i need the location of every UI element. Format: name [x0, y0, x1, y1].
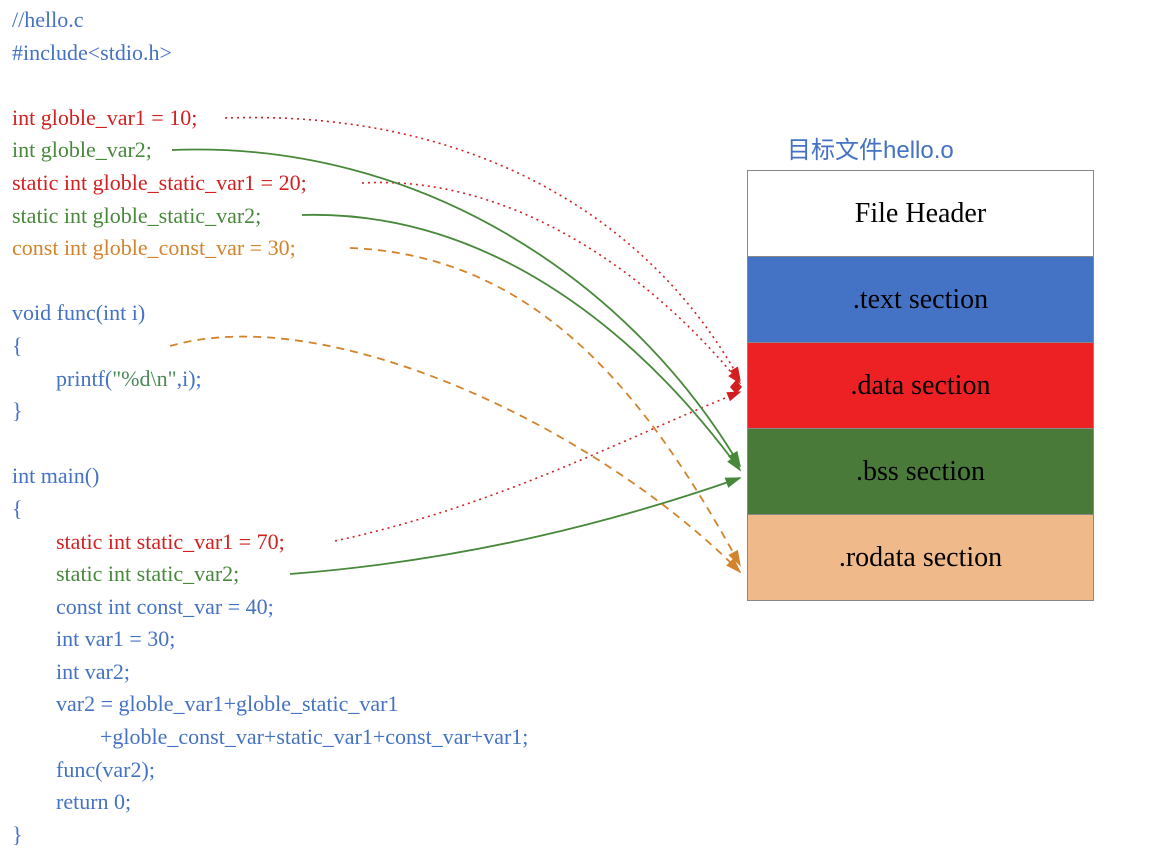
code-line: { — [12, 496, 23, 521]
code-line-bss: int globle_var2; — [12, 137, 152, 162]
code-line: //hello.c — [12, 7, 83, 32]
code-line: int var2; — [12, 659, 130, 684]
section-data: .data section — [748, 343, 1093, 429]
code-string-literal: "%d\n" — [112, 366, 176, 391]
arrow-marker-diamond — [730, 380, 742, 394]
code-line: void func(int i) — [12, 300, 145, 325]
section-text: .text section — [748, 257, 1093, 343]
code-line: #include<stdio.h> — [12, 40, 172, 65]
code-line: func(var2); — [12, 757, 155, 782]
code-line-part: ,i); — [177, 366, 202, 391]
section-rodata: .rodata section — [748, 515, 1093, 600]
code-line: } — [12, 398, 23, 423]
code-line: return 0; — [12, 789, 131, 814]
code-line: int main() — [12, 463, 99, 488]
code-line: int var1 = 30; — [12, 626, 175, 651]
code-line-part: printf( — [12, 366, 112, 391]
code-line: var2 = globle_var1+globle_static_var1 — [12, 691, 399, 716]
code-line-rodata: const int globle_const_var = 30; — [12, 235, 296, 260]
code-line: +globle_const_var+static_var1+const_var+… — [12, 724, 528, 749]
object-file-sections: File Header .text section .data section … — [747, 170, 1094, 601]
code-line-data: static int globle_static_var1 = 20; — [12, 170, 307, 195]
code-line-bss: static int static_var2; — [12, 561, 239, 586]
code-line: { — [12, 333, 23, 358]
source-code: //hello.c #include<stdio.h> int globle_v… — [12, 4, 528, 851]
code-line: } — [12, 822, 23, 847]
code-line: const int const_var = 40; — [12, 594, 274, 619]
code-line-data: int globle_var1 = 10; — [12, 105, 197, 130]
code-line-data: static int static_var1 = 70; — [12, 529, 285, 554]
section-bss: .bss section — [748, 429, 1093, 515]
section-file-header: File Header — [748, 171, 1093, 257]
object-file-title: 目标文件hello.o — [787, 130, 954, 165]
code-line-bss: static int globle_static_var2; — [12, 203, 261, 228]
